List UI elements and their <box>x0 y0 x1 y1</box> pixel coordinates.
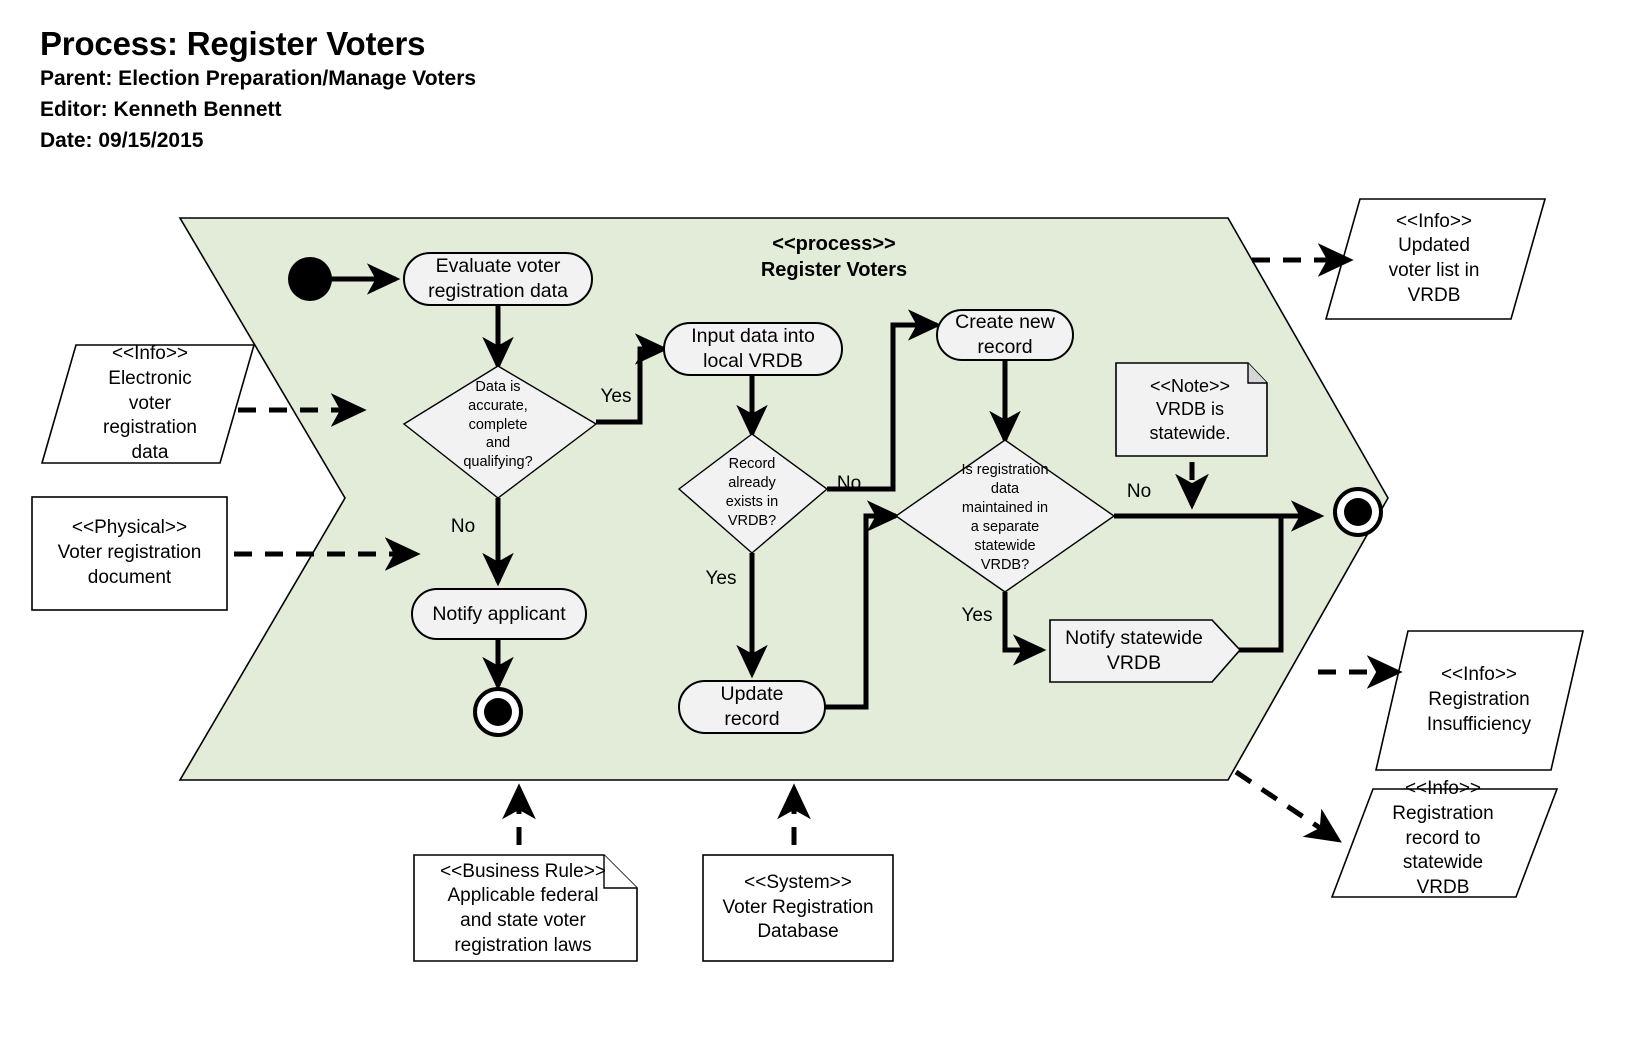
initial-node-icon <box>288 257 332 301</box>
final-node-right-core <box>1344 498 1372 526</box>
activity-update-record-shape <box>678 680 826 734</box>
final-node-left-core <box>484 698 512 726</box>
artifact-electronic-data-shape <box>40 344 256 464</box>
dep-registration-record <box>1234 769 1342 843</box>
diagram-canvas: Process: Register Voters Parent: Electio… <box>0 0 1632 1056</box>
activity-input-data-shape <box>663 322 843 376</box>
artifact-note-vrdb-shape <box>1115 362 1268 457</box>
artifact-physical-document-shape <box>31 496 228 611</box>
artifact-registration-insufficiency-shape <box>1374 630 1585 771</box>
artifact-system-shape <box>702 854 894 962</box>
business-rule-fold-icon <box>603 855 637 889</box>
activity-evaluate-shape <box>403 252 593 306</box>
activity-create-record-shape <box>936 309 1074 361</box>
activity-notify-statewide-shape <box>1049 619 1242 683</box>
artifact-updated-voter-list-shape <box>1324 198 1547 320</box>
artifact-registration-record-shape <box>1330 788 1559 898</box>
activity-notify-applicant-shape <box>411 588 587 640</box>
diagram-graphics <box>31 198 1585 962</box>
